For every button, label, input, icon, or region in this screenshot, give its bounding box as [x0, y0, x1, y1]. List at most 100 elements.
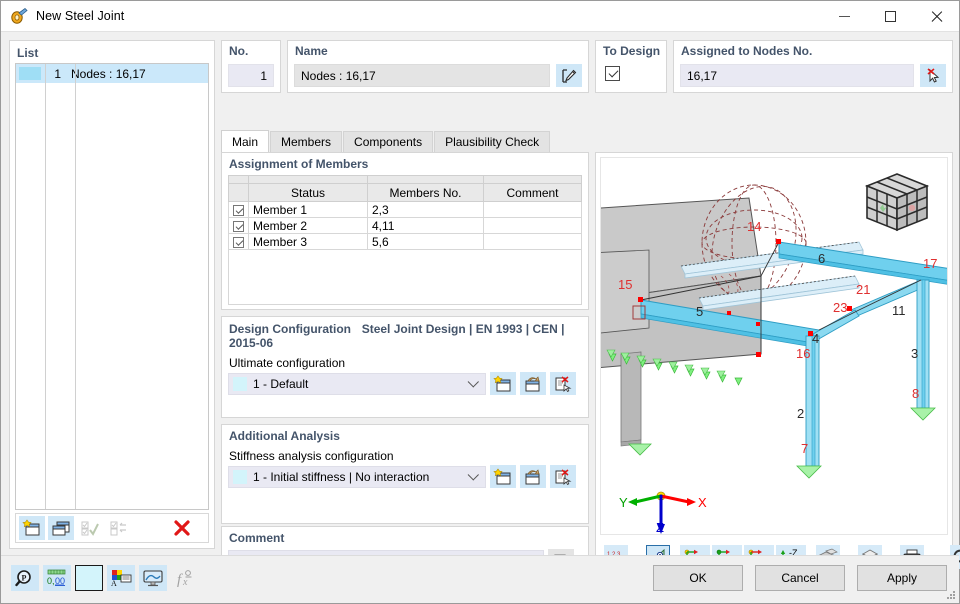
cancel-button[interactable]: Cancel [755, 565, 845, 591]
delete-config-icon [555, 375, 572, 392]
tab-plausibility-check[interactable]: Plausibility Check [434, 131, 551, 152]
magnifier-p-icon: P [15, 570, 31, 587]
edit-config-icon [525, 375, 540, 391]
function-icon: f x [177, 570, 192, 587]
row-status[interactable]: Member 2 [248, 217, 368, 234]
ultimate-configuration-value: 1 - Default [253, 376, 309, 391]
new-stiffness-config-button[interactable] [490, 465, 516, 488]
edit-stiffness-config-button[interactable] [520, 465, 546, 488]
delete-stiffness-config-button[interactable] [550, 465, 576, 488]
design-configuration-group: Design Configuration Steel Joint Design … [221, 316, 589, 418]
row-checkbox-cell[interactable] [228, 217, 249, 234]
node-label-16: 16 [796, 346, 810, 361]
row-checkbox[interactable] [233, 204, 244, 216]
copy-item-button[interactable] [48, 516, 74, 540]
ultimate-configuration-select[interactable]: 1 - Default [228, 372, 486, 395]
table-group-header-row [228, 175, 582, 184]
list-box[interactable]: 1 Nodes : 16,17 [15, 63, 209, 510]
navigation-cube-icon [864, 173, 930, 232]
maximize-button[interactable] [867, 1, 913, 32]
delete-item-button[interactable] [170, 516, 194, 540]
view-settings-button[interactable] [139, 565, 167, 591]
tab-members[interactable]: Members [270, 131, 343, 152]
row-comment[interactable] [483, 217, 582, 234]
title-bar: New Steel Joint [1, 1, 959, 32]
close-button[interactable] [913, 1, 959, 32]
row-checkbox[interactable] [233, 236, 244, 248]
color-swatch-button[interactable] [75, 565, 103, 591]
row-checkbox-cell[interactable] [228, 233, 249, 250]
tab-main[interactable]: Main [221, 130, 270, 152]
assigned-nodes-label: Assigned to Nodes No. [681, 44, 813, 58]
tab-components[interactable]: Components [343, 131, 434, 152]
formula-button[interactable]: f x [171, 565, 199, 591]
to-design-checkbox[interactable] [605, 66, 620, 81]
model-viewport[interactable]: 14 15 16 17 21 23 7 8 5 6 4 11 2 3 X Y Z [600, 157, 948, 535]
name-input[interactable]: Nodes : 16,17 [294, 64, 550, 87]
design-configuration-title: Design Configuration [229, 322, 351, 336]
dialog-body: List 1 Nodes : 16,17 No. 1 Name Nodes: … [1, 32, 960, 578]
find-button[interactable]: P [11, 565, 39, 591]
number-format-button[interactable]: 0, 00 [43, 565, 71, 591]
steel-joint-3d-model: 14 15 16 17 21 23 7 8 5 6 4 11 2 3 X Y Z [601, 158, 947, 535]
svg-text:P: P [22, 574, 27, 583]
ultimate-configuration-label: Ultimate configuration [229, 356, 346, 370]
comment-title: Comment [229, 531, 285, 545]
invert-selection-button[interactable] [106, 516, 132, 540]
display-properties-button[interactable]: A [107, 565, 135, 591]
new-steel-joint-dialog: New Steel Joint List 1 Nodes : 16,17 No.… [0, 0, 960, 604]
svg-text:0,: 0, [47, 576, 55, 586]
edit-name-button[interactable] [556, 64, 582, 87]
ok-button[interactable]: OK [653, 565, 743, 591]
configuration-color-chip [233, 376, 247, 391]
row-status[interactable]: Member 1 [248, 201, 368, 218]
delete-configuration-button[interactable] [550, 372, 576, 395]
row-comment[interactable] [483, 201, 582, 218]
check-all-icon [81, 521, 99, 536]
minimize-button[interactable] [821, 1, 867, 32]
column-header-check [228, 183, 249, 202]
pick-nodes-button[interactable] [920, 64, 946, 87]
table-empty-area[interactable] [228, 250, 582, 305]
new-config-icon [493, 374, 511, 391]
monitor-icon [143, 570, 163, 587]
no-field-group: No. 1 [221, 40, 281, 93]
maximize-icon [884, 10, 896, 22]
node-label-8: 8 [912, 386, 919, 401]
column-header-comment: Comment [483, 183, 582, 202]
column-header-status: Status [248, 183, 368, 202]
tab-strip: Main Members Components Plausibility Che… [221, 130, 589, 152]
list-item-color-chip [19, 67, 41, 80]
row-members-no[interactable]: 4,11 [367, 217, 484, 234]
new-config-icon [493, 467, 511, 484]
assigned-nodes-group: Assigned to Nodes No. 16,17 [673, 40, 953, 93]
axis-label-x: X [698, 495, 707, 510]
row-checkbox[interactable] [233, 220, 244, 232]
member-label-11: 11 [892, 303, 906, 318]
row-members-no[interactable]: 2,3 [367, 201, 484, 218]
pencil-box-icon [562, 68, 577, 83]
number-format-icon: 0, 00 [47, 569, 66, 586]
svg-text:00: 00 [55, 576, 65, 586]
additional-analysis-group: Additional Analysis Stiffness analysis c… [221, 424, 589, 524]
row-checkbox-cell[interactable] [228, 201, 249, 218]
assigned-nodes-input[interactable]: 16,17 [680, 64, 914, 87]
pick-cursor-icon [927, 67, 940, 83]
row-status[interactable]: Member 3 [248, 233, 368, 250]
chevron-down-icon [467, 375, 479, 388]
list-item-label: Nodes : 16,17 [71, 66, 146, 81]
no-input[interactable]: 1 [228, 64, 274, 87]
row-comment[interactable] [483, 233, 582, 250]
edit-configuration-button[interactable] [520, 372, 546, 395]
new-configuration-button[interactable] [490, 372, 516, 395]
edit-config-icon [525, 468, 540, 484]
stiffness-configuration-select[interactable]: 1 - Initial stiffness | No interaction [228, 465, 486, 488]
select-all-button[interactable] [77, 516, 103, 540]
svg-text:A: A [111, 579, 117, 587]
apply-button[interactable]: Apply [857, 565, 947, 591]
axis-label-z: Z [656, 520, 664, 535]
resize-grip[interactable] [946, 590, 956, 600]
dialog-buttons: OK Cancel Apply [653, 565, 947, 591]
row-members-no[interactable]: 5,6 [367, 233, 484, 250]
new-item-button[interactable] [19, 516, 45, 540]
